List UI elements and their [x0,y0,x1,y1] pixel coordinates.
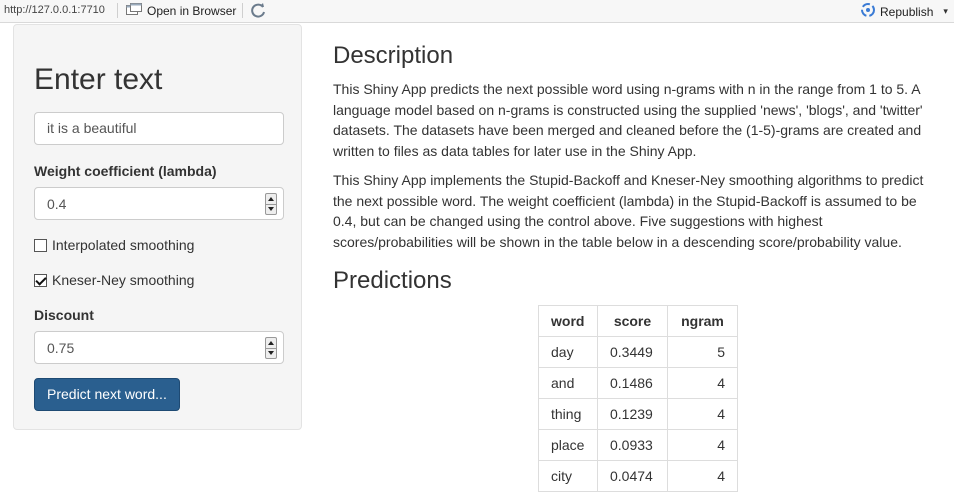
table-row: city 0.0474 4 [538,460,738,492]
table-header-row: word score ngram [538,305,738,337]
discount-value: 0.75 [47,340,75,356]
refresh-icon [250,3,267,22]
cell-word: thing [538,398,598,430]
cell-score: 0.3449 [597,336,668,368]
viewer-toolbar: http://127.0.0.1:7710 Open in Browser Re… [0,0,954,23]
cell-word: day [538,336,598,368]
sidebar-title: Enter text [34,63,163,96]
discount-input[interactable]: 0.75 [34,331,284,364]
interpolated-smoothing-label: Interpolated smoothing [52,237,195,253]
cell-ngram: 4 [667,398,738,430]
toolbar-divider [117,3,118,18]
open-in-browser-label: Open in Browser [147,3,237,18]
description-paragraph-2: This Shiny App implements the Stupid-Bac… [333,172,924,250]
column-header-score: score [597,305,668,337]
table-row: day 0.3449 5 [538,336,738,368]
republish-icon [860,3,876,20]
lambda-stepper[interactable] [265,193,277,215]
cell-ngram: 4 [667,367,738,399]
cell-score: 0.1239 [597,398,668,430]
predict-button[interactable]: Predict next word... [34,378,180,411]
open-in-browser-button[interactable]: Open in Browser [126,3,236,18]
refresh-button[interactable] [250,2,267,22]
table-row: thing 0.1239 4 [538,398,738,430]
browser-window-icon [126,3,142,18]
kneser-ney-option[interactable]: Kneser-Ney smoothing [34,272,194,288]
column-header-ngram: ngram [667,305,738,337]
arrow-down-icon[interactable] [268,351,274,355]
text-input-value: it is a beautiful [47,120,137,136]
sidebar-panel: Enter text it is a beautiful Weight coef… [13,24,302,430]
arrow-up-icon[interactable] [268,341,274,345]
predictions-heading: Predictions [333,267,452,294]
column-header-word: word [538,305,598,337]
cell-word: place [538,429,598,461]
url-text: http://127.0.0.1:7710 [4,4,105,16]
table-row: place 0.0933 4 [538,429,738,461]
chevron-down-icon[interactable]: ▾ [943,6,948,17]
lambda-input[interactable]: 0.4 [34,187,284,220]
description-paragraph-1: This Shiny App predicts the next possibl… [333,81,923,159]
predictions-table: word score ngram day 0.3449 5 and 0.1486… [538,305,738,492]
cell-word: and [538,367,598,399]
kneser-ney-label: Kneser-Ney smoothing [52,272,195,288]
republish-button[interactable]: Republish ▾ [860,3,948,20]
cell-score: 0.1486 [597,367,668,399]
cell-ngram: 4 [667,460,738,492]
interpolated-smoothing-option[interactable]: Interpolated smoothing [34,237,194,253]
cell-score: 0.0933 [597,429,668,461]
cell-word: city [538,460,598,492]
discount-stepper[interactable] [265,337,277,359]
republish-label: Republish [880,4,934,19]
lambda-value: 0.4 [47,196,67,212]
discount-label: Discount [34,307,94,323]
lambda-label: Weight coefficient (lambda) [34,163,217,179]
kneser-ney-checkbox[interactable] [34,273,47,287]
interpolated-smoothing-checkbox[interactable] [34,238,47,252]
cell-score: 0.0474 [597,460,668,492]
arrow-up-icon[interactable] [268,197,274,201]
arrow-down-icon[interactable] [268,207,274,211]
cell-ngram: 5 [667,336,738,368]
cell-ngram: 4 [667,429,738,461]
toolbar-divider [242,3,243,18]
description-heading: Description [333,42,454,69]
table-row: and 0.1486 4 [538,367,738,399]
text-input[interactable]: it is a beautiful [34,112,284,145]
